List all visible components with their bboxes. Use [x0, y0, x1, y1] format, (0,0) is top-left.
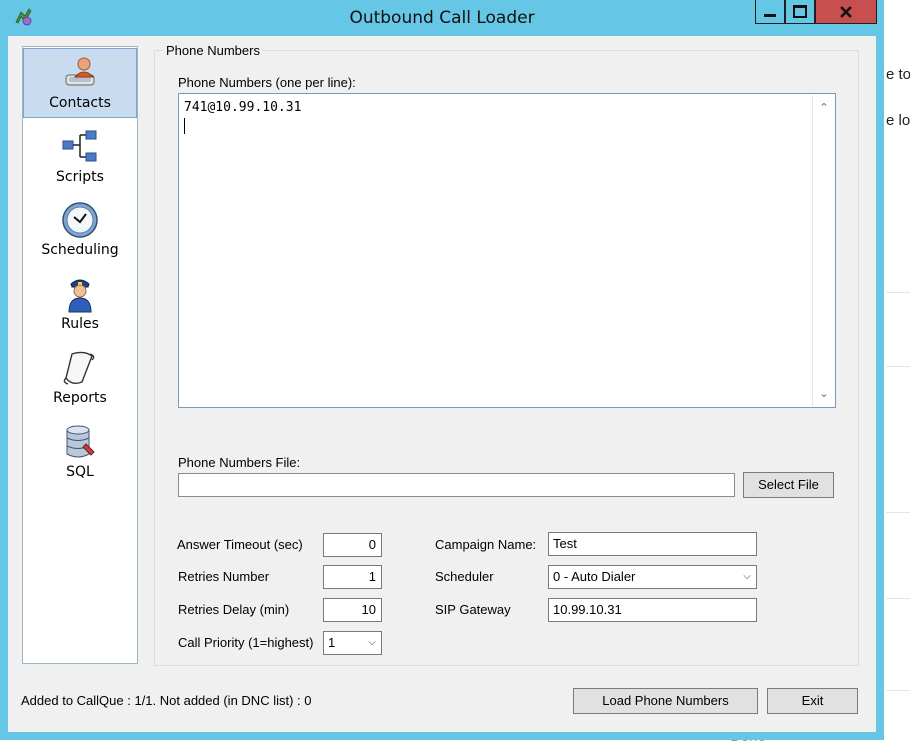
background-text: e lo [886, 112, 910, 129]
sidebar-item-rules[interactable]: Rules [23, 274, 137, 332]
load-phone-numbers-button[interactable]: Load Phone Numbers [573, 688, 758, 714]
sidebar-item-scripts[interactable]: Scripts [23, 127, 137, 185]
sidebar-item-contacts[interactable]: Contacts [23, 48, 137, 118]
sidebar-item-label: Reports [53, 390, 107, 406]
retries-delay-label: Retries Delay (min) [178, 602, 290, 617]
answer-timeout-label: Answer Timeout (sec) [177, 537, 303, 552]
phone-numbers-textarea[interactable] [178, 93, 836, 408]
sidebar-item-label: Rules [61, 316, 99, 332]
maximize-icon [793, 5, 807, 18]
text-caret [184, 118, 185, 134]
scroll-up-icon[interactable]: ⌃ [816, 100, 832, 116]
sidebar-item-reports[interactable]: Reports [23, 348, 137, 406]
status-text: Added to CallQue : 1/1. Not added (in DN… [21, 693, 312, 708]
sidebar-item-label: SQL [66, 464, 94, 480]
chevron-down-icon: ⌵ [368, 637, 376, 648]
retries-delay-input[interactable]: 10 [323, 598, 382, 622]
scroll-down-icon[interactable]: ⌄ [816, 386, 832, 402]
background-divider [886, 598, 910, 599]
textarea-scrollbar[interactable] [812, 95, 835, 406]
sip-gateway-label: SIP Gateway [435, 602, 511, 617]
answer-timeout-input[interactable]: 0 [323, 533, 382, 557]
minimize-button[interactable] [755, 0, 785, 24]
scheduler-select[interactable]: 0 - Auto Dialer ⌵ [548, 565, 757, 589]
retries-number-input[interactable]: 1 [323, 565, 382, 589]
call-priority-select[interactable]: 1 ⌵ [323, 631, 382, 655]
call-priority-value: 1 [328, 635, 336, 650]
phone-numbers-label: Phone Numbers (one per line): [178, 75, 356, 90]
scheduler-value: 0 - Auto Dialer [553, 569, 636, 584]
sidebar-item-scheduling[interactable]: Scheduling [23, 200, 137, 258]
background-text: e to [886, 66, 910, 83]
title-bar[interactable]: Outbound Call Loader [0, 0, 884, 36]
sidebar-item-label: Scripts [56, 169, 104, 185]
background-divider [886, 512, 910, 513]
close-button[interactable] [815, 0, 877, 24]
background-window: e to e lo [884, 0, 910, 746]
phone-numbers-file-input[interactable] [178, 473, 735, 497]
contacts-icon [65, 57, 95, 86]
chevron-down-icon: ⌵ [743, 571, 751, 582]
sidebar-item-label: Contacts [49, 95, 111, 111]
phone-numbers-text: 741@10.99.10.31 [184, 100, 302, 115]
close-icon [840, 5, 852, 18]
phone-numbers-file-label: Phone Numbers File: [178, 455, 301, 470]
sip-gateway-input[interactable]: 10.99.10.31 [548, 598, 757, 622]
policeman-icon [68, 279, 92, 313]
window-title: Outbound Call Loader [349, 8, 535, 28]
scheduler-label: Scheduler [435, 569, 494, 584]
sidebar-item-sql[interactable]: SQL [23, 422, 137, 480]
select-file-button[interactable]: Select File [743, 472, 834, 498]
sidebar: Contacts Scripts Scheduling Rules Report… [22, 46, 138, 664]
sidebar-item-label: Scheduling [41, 242, 119, 258]
campaign-name-input[interactable]: Test [548, 532, 757, 556]
scroll-icon [63, 351, 95, 385]
group-title: Phone Numbers [163, 43, 263, 58]
database-icon [66, 425, 95, 458]
background-divider [886, 366, 910, 367]
campaign-name-label: Campaign Name: [435, 537, 537, 552]
retries-number-label: Retries Number [178, 569, 270, 584]
minimize-icon [764, 14, 776, 17]
background-divider [886, 292, 910, 293]
scripts-icon [62, 130, 97, 162]
exit-button[interactable]: Exit [767, 688, 858, 714]
maximize-button[interactable] [785, 0, 815, 24]
clock-icon [62, 202, 98, 238]
call-priority-label: Call Priority (1=highest) [178, 635, 314, 650]
background-divider [886, 690, 910, 691]
